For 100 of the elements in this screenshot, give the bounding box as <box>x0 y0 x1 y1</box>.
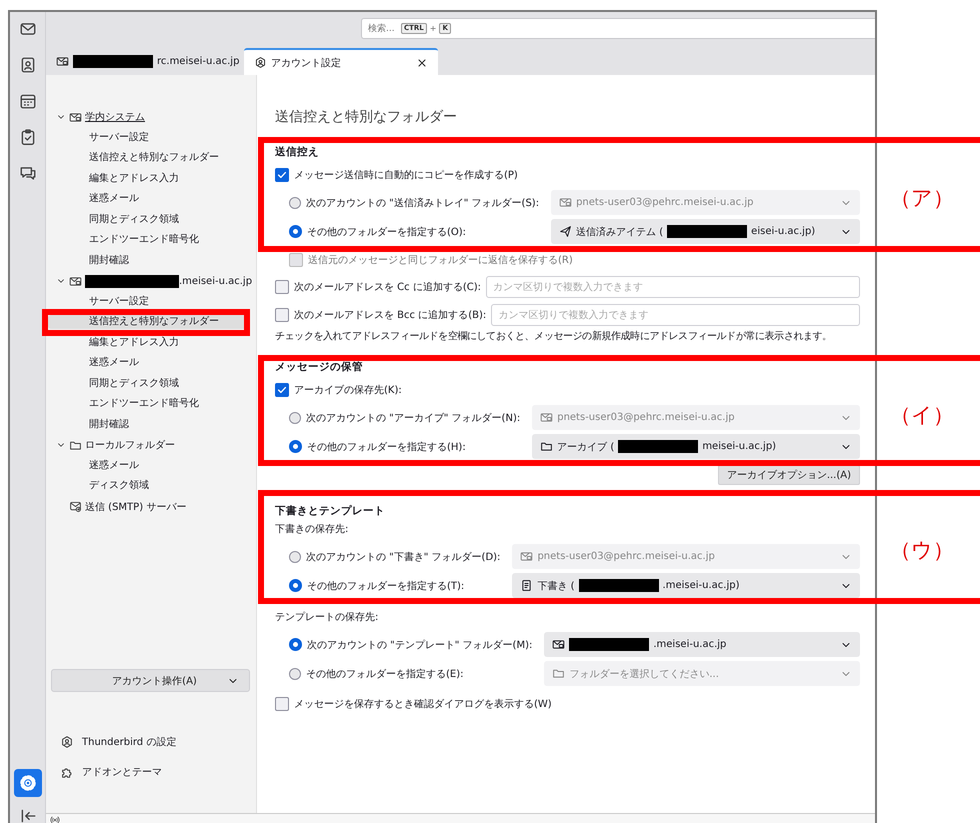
annotation-label: （イ） <box>890 402 954 428</box>
sidebar-item[interactable]: サーバー設定 <box>48 294 250 309</box>
label-text: .meisei-u.ac.jp <box>653 639 726 650</box>
radio-label: 次のアカウントの "アーカイブ" フォルダー(N): <box>306 412 520 424</box>
radio-label: 次のアカウントの "送信済みトレイ" フォルダー(S): <box>306 196 540 210</box>
checkbox[interactable] <box>275 168 289 182</box>
paper-plane-icon <box>559 225 572 238</box>
checkbox[interactable] <box>275 383 289 397</box>
address-book-icon[interactable] <box>18 56 36 74</box>
sidebar-item[interactable]: 送信控えと特別なフォルダー <box>48 151 250 166</box>
checkbox-label: メッセージを保存するとき確認ダイアログを表示する(W) <box>294 698 552 711</box>
label-text: .meisei-u.ac.jp) <box>662 580 740 591</box>
radio-label: 次のアカウントの "テンプレート" フォルダー(M): <box>307 638 532 652</box>
close-icon[interactable] <box>416 56 428 68</box>
broadcast-icon <box>50 814 60 823</box>
sidebar-item[interactable]: 開封確認 <box>48 418 250 432</box>
section-heading: 下書きとテンプレート <box>275 504 386 519</box>
checkbox-label: アーカイブの保存先(K): <box>294 384 402 397</box>
folder-icon <box>552 667 566 680</box>
label-text: 下書き ( <box>537 580 575 592</box>
tab[interactable]: アカウント設定 <box>244 48 438 75</box>
folder-dropdown[interactable]: 下書き ( .meisei-u.ac.jp) <box>512 573 860 598</box>
section-heading: 送信控え <box>275 145 320 160</box>
sidebar-item[interactable]: 編集とアドレス入力 <box>48 172 250 186</box>
label-text: アーカイブ ( <box>557 440 614 454</box>
radio-label: 次のアカウントの "下書き" フォルダー(D): <box>306 550 500 564</box>
radio-button[interactable] <box>289 440 302 453</box>
settings-icon[interactable] <box>14 769 42 797</box>
label-text: 学内システム <box>85 110 145 124</box>
checkbox[interactable] <box>275 308 289 322</box>
envelope-icon <box>69 500 82 514</box>
sidebar-item[interactable]: 同期とディスク領域 <box>48 212 250 227</box>
sidebar-item[interactable]: 迷惑メール <box>48 356 250 370</box>
folder-icon <box>540 440 554 453</box>
checkbox-label: 次のメールアドレスを Bcc に追加する(B): <box>294 308 486 322</box>
radio-button[interactable] <box>289 225 302 238</box>
radio-button[interactable] <box>289 668 301 680</box>
folder-dropdown[interactable]: .meisei-u.ac.jp <box>544 632 860 657</box>
label-text: 送信済みアイテム ( <box>576 226 664 238</box>
collapse-icon[interactable] <box>18 807 36 823</box>
envelope-icon <box>69 274 82 288</box>
checkbox[interactable] <box>275 697 289 711</box>
radio-button[interactable] <box>289 550 301 562</box>
account-actions-button[interactable]: アカウント操作(A) <box>51 669 250 692</box>
field-label: 下書きの保存先: <box>275 522 350 537</box>
sidebar-item[interactable]: エンドツーエンド暗号化 <box>48 233 250 248</box>
radio-button[interactable] <box>289 579 302 592</box>
envelope-icon <box>540 411 554 424</box>
checkbox[interactable] <box>275 280 289 294</box>
document-icon <box>520 579 534 592</box>
label-text: eisei-u.ac.jp) <box>751 226 816 237</box>
radio-label: その他のフォルダーを指定する(E): <box>306 668 464 680</box>
checkbox-label: 送信元のメッセージと同じフォルダーに返信を保存する(R) <box>308 254 573 267</box>
checkbox-label: 次のメールアドレスを Cc に追加する(C): <box>294 280 481 294</box>
radio-label: その他のフォルダーを指定する(T): <box>307 580 464 592</box>
radio-button[interactable] <box>289 638 302 651</box>
label-text: meisei-u.ac.jp) <box>702 441 776 452</box>
label-text: pnets-user03@pehrc.meisei-u.ac.jp <box>576 197 754 208</box>
envelope-icon <box>559 196 572 209</box>
envelope-icon <box>69 110 82 124</box>
checkbox-label: メッセージ送信時に自動的にコピーを作成する(P) <box>294 168 518 182</box>
archive-options-button[interactable]: アーカイブオプション...(A) <box>718 465 860 485</box>
label-text: アカウント設定 <box>271 56 341 70</box>
calendar-icon[interactable] <box>18 92 36 110</box>
sidebar-item[interactable]: ディスク領域 <box>48 479 250 494</box>
label-text: 送信 (SMTP) サーバー <box>85 500 186 514</box>
label-text: .meisei-u.ac.jp <box>179 276 252 287</box>
radio-label: その他のフォルダーを指定する(H): <box>307 440 466 454</box>
sidebar-item[interactable]: 迷惑メール <box>48 192 250 206</box>
tab[interactable]: rc.meisei-u.ac.jp <box>46 48 244 75</box>
sidebar-item[interactable]: サーバー設定 <box>48 130 250 145</box>
radio-button[interactable] <box>289 196 301 208</box>
clipboard-check-icon[interactable] <box>18 128 36 146</box>
field-label: テンプレートの保存先: <box>275 610 380 625</box>
sidebar-item[interactable]: 開封確認 <box>48 254 250 268</box>
sidebar-item[interactable]: エンドツーエンド暗号化 <box>48 397 250 412</box>
page-title: 送信控えと特別なフォルダー <box>275 108 458 127</box>
envelope-icon <box>552 638 566 651</box>
hint-text: チェックを入れてアドレスフィールドを空欄にしておくと、メッセージの新規作成時にアドレスフィールドが常に表示されます。 <box>275 330 833 344</box>
folder-dropdown[interactable]: アーカイブ ( meisei-u.ac.jp) <box>532 434 860 459</box>
annotation-label: （ア） <box>890 185 954 211</box>
sidebar-item[interactable]: 編集とアドレス入力 <box>48 336 250 350</box>
label-text: pnets-user03@pehrc.meisei-u.ac.jp <box>537 551 715 562</box>
annotation-label: （ウ） <box>890 537 954 563</box>
sidebar-item[interactable]: 同期とディスク領域 <box>48 376 250 391</box>
folder-dropdown[interactable]: 送信済みアイテム ( eisei-u.ac.jp) <box>551 219 860 244</box>
label-text: pnets-user03@pehrc.meisei-u.ac.jp <box>557 412 735 423</box>
plus-sign: + <box>430 24 436 33</box>
text-field[interactable]: カンマ区切りで複数入力できます <box>486 276 860 298</box>
section-heading: メッセージの保管 <box>275 360 364 375</box>
envelope-icon <box>520 550 534 563</box>
sidebar-item[interactable]: 迷惑メール <box>48 458 250 473</box>
label-text: ローカルフォルダー <box>85 439 175 452</box>
sidebar-link[interactable]: アドオンとテーマ <box>82 765 162 779</box>
radio-label: その他のフォルダーを指定する(O): <box>307 226 466 238</box>
sidebar-link[interactable]: Thunderbird の設定 <box>82 735 176 749</box>
envelope-icon <box>56 55 69 68</box>
label-text: rc.meisei-u.ac.jp <box>157 56 240 67</box>
radio-button[interactable] <box>289 412 301 424</box>
text-field[interactable]: カンマ区切りで複数入力できます <box>491 304 860 326</box>
